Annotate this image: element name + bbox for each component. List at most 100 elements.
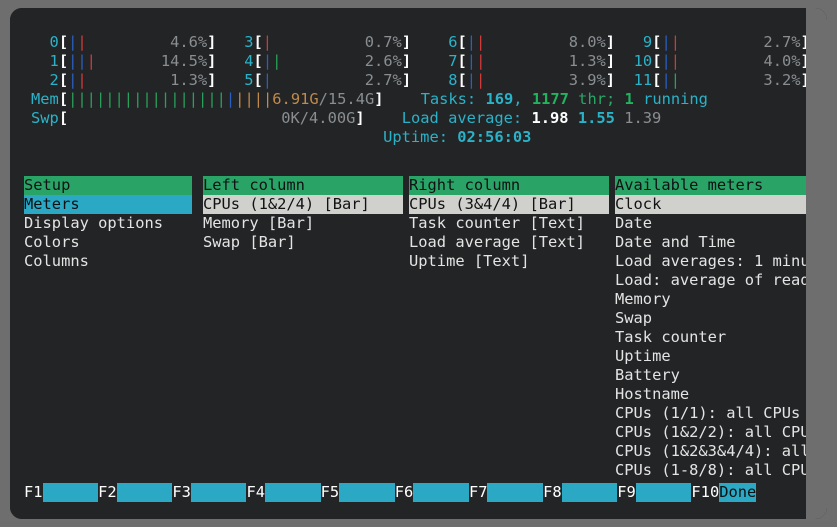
cpu-meter-id: 0 <box>31 33 59 51</box>
fkey-number-f1: F1 <box>24 483 43 502</box>
cpu-meter-percent: 2.7% <box>763 33 800 51</box>
cpu-meter-id: 6 <box>439 33 458 51</box>
available-meters-item-swap[interactable]: Swap <box>615 309 806 328</box>
available-meters-item-clock[interactable]: Clock <box>615 195 806 214</box>
cpu-meter-id: 1 <box>31 52 59 70</box>
left-column-item-memory-bar[interactable]: Memory [Bar] <box>203 214 403 233</box>
available-meters-item-cpus-1-1-all-cpus[interactable]: CPUs (1/1): all CPUs <box>615 404 806 423</box>
cpu-meter-percent: 4.0% <box>763 52 800 70</box>
fkey-number-f2: F2 <box>98 483 117 502</box>
setup-item-columns[interactable]: Columns <box>24 252 192 271</box>
cpu-meter-bracket-close: ] <box>606 71 615 89</box>
fkey-label-f7[interactable] <box>487 483 543 502</box>
meter-row: 1[||| 14.5%] 4[|| 2.6%] 7[|| 1.3%] 10[||… <box>31 52 806 71</box>
fkey-number-f6: F6 <box>395 483 414 502</box>
available-meters-item-date-and-time[interactable]: Date and Time <box>615 233 806 252</box>
mem-meter-bars: |||||||||||||||||||||| <box>68 90 272 108</box>
window-right-gutter <box>806 8 827 519</box>
cpu-meter: 5[| 2.7%] <box>235 71 411 90</box>
uptime-label: Uptime: <box>383 128 457 146</box>
setup-item-colors[interactable]: Colors <box>24 233 192 252</box>
available-meters-item-memory[interactable]: Memory <box>615 290 806 309</box>
swap-bracket-close: ] <box>355 109 364 127</box>
cpu-meter-percent: 1.3% <box>569 52 606 70</box>
fkey-label-f6[interactable] <box>413 483 469 502</box>
tasks-count: 169 <box>485 90 513 108</box>
cpu-meter-bars: || <box>263 52 282 70</box>
tasks-comma: , <box>513 90 532 108</box>
cpu-meter-percent: 0.7% <box>365 33 402 51</box>
available-meters-item-cpus-1-8-8-all-cpu[interactable]: CPUs (1-8/8): all CPU <box>615 461 806 480</box>
htop-terminal: 0[|| 4.6%] 3[| 0.7%] 6[|| 8.0%] 9[|| 2.7… <box>10 8 806 519</box>
load-5min: 1.55 <box>578 109 615 127</box>
cpu-meter-bracket-close: ] <box>402 71 411 89</box>
available-meters-item-battery[interactable]: Battery <box>615 366 806 385</box>
swap-bracket-open: [ <box>59 109 68 127</box>
cpu-meter-percent: 1.3% <box>170 71 207 89</box>
terminal-window: 0[|| 4.6%] 3[| 0.7%] 6[|| 8.0%] 9[|| 2.7… <box>10 8 827 519</box>
cpu-meter-bracket-open: [ <box>254 71 263 89</box>
right-column-item-task-counter-text[interactable]: Task counter [Text] <box>409 214 609 233</box>
cpu-meter: 0[|| 4.6%] <box>31 33 216 52</box>
fkey-label-f10[interactable]: Done <box>719 483 756 502</box>
setup-item-display-options[interactable]: Display options <box>24 214 192 233</box>
swap-meter-label: Swp <box>31 109 59 127</box>
cpu-meter-bars: || <box>467 71 486 89</box>
meter-row-uptime: Uptime: 02:56:03 <box>31 128 806 147</box>
panel-setup: Setup Meters Display optionsColorsColumn… <box>24 176 192 271</box>
cpu-meter-percent: 8.0% <box>569 33 606 51</box>
cpu-meter-bracket-close: ] <box>402 33 411 51</box>
tasks-running-count: 1 <box>625 90 634 108</box>
cpu-meter-bracket-open: [ <box>59 71 68 89</box>
fkey-number-f7: F7 <box>469 483 488 502</box>
available-meters-header: Available meters <box>615 176 806 195</box>
available-meters-item-hostname[interactable]: Hostname <box>615 385 806 404</box>
available-meters-item-load-averages-1-minu[interactable]: Load averages: 1 minu <box>615 252 806 271</box>
fkey-label-f8[interactable] <box>562 483 618 502</box>
available-meters-item-uptime[interactable]: Uptime <box>615 347 806 366</box>
right-column-item-uptime-text[interactable]: Uptime [Text] <box>409 252 609 271</box>
fkey-label-f4[interactable] <box>265 483 321 502</box>
cpu-meter-bars: | <box>263 71 272 89</box>
fkey-label-f3[interactable] <box>191 483 247 502</box>
mem-meter-label: Mem <box>31 90 59 108</box>
mem-used-value: 6.91G <box>272 90 318 108</box>
load-1min: 1.98 <box>531 109 568 127</box>
cpu-meter-id: 7 <box>439 52 458 70</box>
cpu-meter-bracket-open: [ <box>457 33 466 51</box>
right-column-item-load-average-text[interactable]: Load average [Text] <box>409 233 609 252</box>
fkey-label-f5[interactable] <box>339 483 395 502</box>
cpu-meter-bars: || <box>661 33 680 51</box>
meter-row-memory: Mem[||||||||||||||||||||||6.91G/15.4G] T… <box>31 90 806 109</box>
setup-item-meters[interactable]: Meters <box>24 195 192 214</box>
fkey-label-f2[interactable] <box>117 483 173 502</box>
fkey-number-f9: F9 <box>617 483 636 502</box>
cpu-meter-percent: 3.2% <box>763 71 800 89</box>
cpu-meter: 2[|| 1.3%] <box>31 71 216 90</box>
cpu-meter-bars: || <box>68 71 87 89</box>
left-column-item-swap-bar[interactable]: Swap [Bar] <box>203 233 403 252</box>
available-meters-item-cpus-1-2-2-all-cpu[interactable]: CPUs (1&2/2): all CPU <box>615 423 806 442</box>
available-meters-item-cpus-1-2-3-4-4-all[interactable]: CPUs (1&2&3&4/4): all <box>615 442 806 461</box>
available-meters-item-date[interactable]: Date <box>615 214 806 233</box>
meter-row: 2[|| 1.3%] 5[| 2.7%] 8[|| 3.9%] 11[|| 3.… <box>31 71 806 90</box>
available-meters-item-task-counter[interactable]: Task counter <box>615 328 806 347</box>
cpu-meter-id: 3 <box>235 33 254 51</box>
cpu-meter: 7[|| 1.3%] <box>439 52 615 71</box>
cpu-meter-bars: || <box>467 33 486 51</box>
fkey-label-f1[interactable] <box>43 483 99 502</box>
function-key-bar: F1 F2 F3 F4 F5 F6 F7 F8 F9 F10Done <box>24 483 756 502</box>
available-meters-item-load-average-of-read[interactable]: Load: average of read <box>615 271 806 290</box>
cpu-meter: 6[|| 8.0%] <box>439 33 615 52</box>
tasks-label: Tasks: <box>421 90 486 108</box>
right-column-item-cpus-3-4-4-bar[interactable]: CPUs (3&4/4) [Bar] <box>409 195 609 214</box>
cpu-meter: 9[|| 2.7%] <box>634 33 806 52</box>
cpu-meter: 3[| 0.7%] <box>235 33 411 52</box>
left-column-item-cpus-1-2-4-bar[interactable]: CPUs (1&2/4) [Bar] <box>203 195 403 214</box>
cpu-meter-percent: 2.7% <box>365 71 402 89</box>
cpu-meter-id: 2 <box>31 71 59 89</box>
mem-bracket-close: ] <box>374 90 383 108</box>
tasks-threads: 1177 <box>532 90 569 108</box>
fkey-label-f9[interactable] <box>636 483 692 502</box>
swap-total-value: /4.00G <box>300 109 356 127</box>
